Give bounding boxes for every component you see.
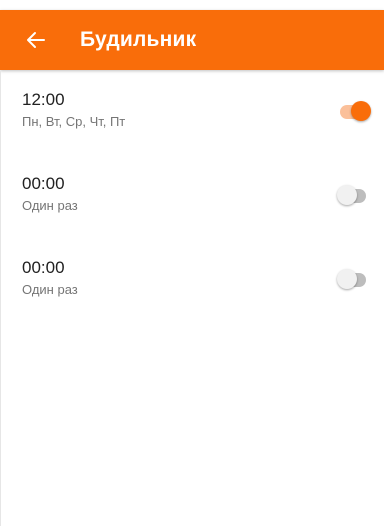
alarm-list: 12:00 Пн, Вт, Ср, Чт, Пт 00:00 Один раз … <box>0 70 384 322</box>
app-bar: Будильник <box>0 10 384 70</box>
alarm-toggle[interactable] <box>337 268 367 292</box>
alarm-time: 12:00 <box>22 90 65 109</box>
toggle-thumb <box>337 269 357 289</box>
alarm-item[interactable]: 12:00 Пн, Вт, Ср, Чт, Пт <box>0 70 384 154</box>
toggle-thumb <box>351 101 371 121</box>
back-button[interactable] <box>11 10 61 70</box>
alarm-repeat-days: Один раз <box>22 282 78 297</box>
toggle-thumb <box>337 185 357 205</box>
alarm-item[interactable]: 00:00 Один раз <box>0 238 384 322</box>
alarm-item[interactable]: 00:00 Один раз <box>0 154 384 238</box>
alarm-repeat-days: Пн, Вт, Ср, Чт, Пт <box>22 114 126 129</box>
alarm-time: 00:00 <box>22 174 65 193</box>
alarm-toggle[interactable] <box>337 184 367 208</box>
page-title: Будильник <box>80 28 197 51</box>
alarm-time: 00:00 <box>22 258 65 277</box>
arrow-left-icon <box>27 32 45 48</box>
alarm-toggle[interactable] <box>337 100 371 124</box>
alarm-repeat-days: Один раз <box>22 198 78 213</box>
